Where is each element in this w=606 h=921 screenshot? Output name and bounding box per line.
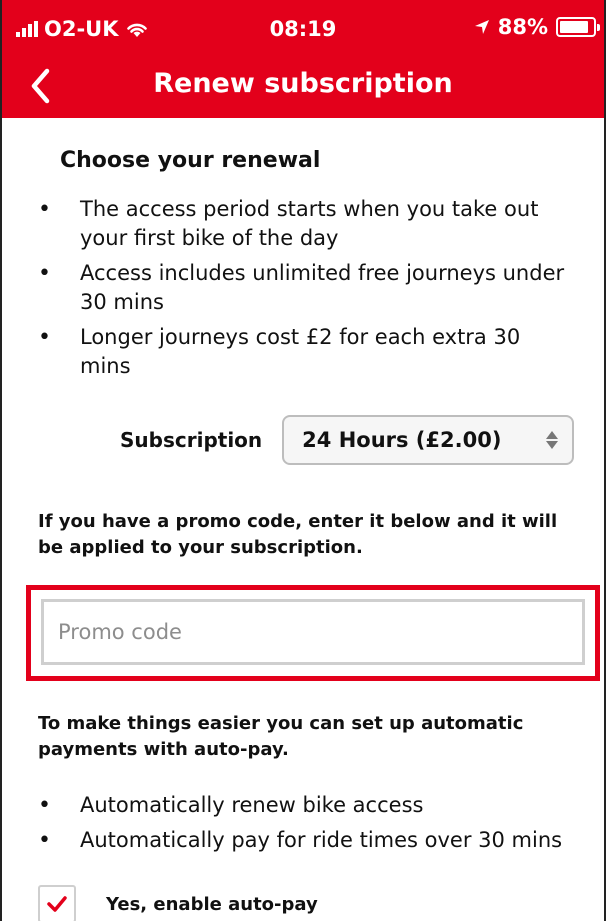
select-arrows-icon <box>546 431 558 449</box>
app-header: O2-UK 08:19 88% Renew subscription <box>2 0 604 118</box>
autopay-checkbox[interactable] <box>38 885 76 921</box>
subscription-selected-value: 24 Hours (£2.00) <box>302 428 502 452</box>
promo-description: If you have a promo code, enter it below… <box>38 511 558 558</box>
battery-level <box>560 21 589 33</box>
renewal-title: Choose your renewal <box>60 148 321 173</box>
autopay-description: To make things easier you can set up aut… <box>38 713 524 760</box>
renewal-info-list: The access period starts when you take o… <box>38 195 574 381</box>
autopay-option: Yes, enable auto-pay <box>38 885 574 921</box>
subscription-label: Subscription <box>120 428 263 452</box>
list-item: Longer journeys cost £2 for each extra 3… <box>38 323 574 381</box>
list-item: Access includes unlimited free journeys … <box>38 259 574 317</box>
battery-percent: 88% <box>497 15 548 39</box>
promo-code-input[interactable] <box>41 599 585 665</box>
autopay-checkbox-label[interactable]: Yes, enable auto-pay <box>106 894 318 915</box>
app-screen: O2-UK 08:19 88% Renew subscription Choos… <box>0 0 606 921</box>
promo-highlight-box <box>26 585 600 681</box>
checkmark-icon <box>47 896 67 912</box>
main-content: Choose your renewal The access period st… <box>2 148 604 921</box>
subscription-row: Subscription 24 Hours (£2.00) <box>120 415 574 465</box>
list-item: Automatically renew bike access <box>38 791 574 820</box>
navigation-bar: Renew subscription <box>2 58 604 118</box>
list-item: Automatically pay for ride times over 30… <box>38 826 574 855</box>
subscription-select[interactable]: 24 Hours (£2.00) <box>282 415 574 465</box>
battery-icon <box>556 17 600 37</box>
status-right: 88% <box>474 15 600 39</box>
location-arrow-icon <box>474 20 489 34</box>
status-bar: O2-UK 08:19 88% <box>2 0 604 58</box>
autopay-info-list: Automatically renew bike access Automati… <box>38 791 574 855</box>
list-item: The access period starts when you take o… <box>38 195 574 253</box>
page-title: Renew subscription <box>153 68 453 99</box>
